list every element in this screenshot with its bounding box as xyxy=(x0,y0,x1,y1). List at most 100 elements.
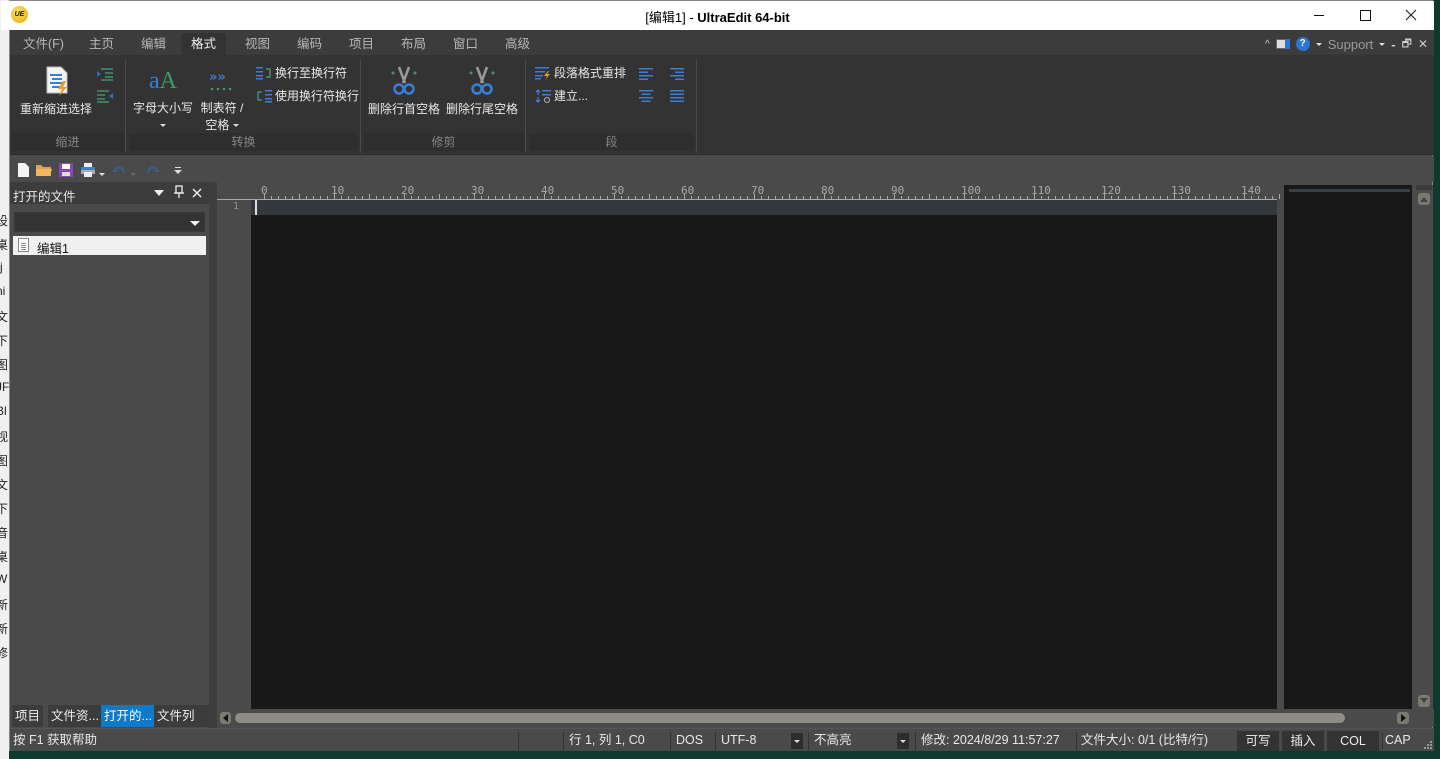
trim-leading-spaces-button[interactable]: 删除行首空格 xyxy=(366,65,442,117)
scroll-left-icon[interactable] xyxy=(220,712,231,724)
encoding-select[interactable]: UTF-8 xyxy=(721,729,756,752)
line-number-gutter: 1 xyxy=(217,200,251,709)
vertical-scrollbar[interactable] xyxy=(1415,185,1433,709)
tab-home[interactable]: 主页 xyxy=(79,33,124,55)
tab-format[interactable]: 格式 xyxy=(181,33,227,55)
doc-close-button[interactable]: ✕ xyxy=(1418,37,1428,51)
ruler-label: 110 xyxy=(1031,184,1051,197)
tab-project[interactable]: 项目 xyxy=(339,33,384,55)
ruler-tick xyxy=(502,196,503,199)
maximize-button[interactable] xyxy=(1342,1,1388,30)
open-files-filter-combo[interactable] xyxy=(14,212,205,232)
scroll-up-icon[interactable] xyxy=(1418,193,1430,205)
doc-minimize-button[interactable]: - xyxy=(1391,37,1395,52)
horizontal-scrollbar[interactable] xyxy=(217,709,1434,727)
minimap[interactable] xyxy=(1284,185,1412,709)
writable-toggle[interactable]: 可写 xyxy=(1237,731,1279,751)
file-size: 文件大小: 0/1 (比特/行) xyxy=(1081,733,1209,747)
panel-menu-icon[interactable] xyxy=(153,189,167,205)
open-folder-icon[interactable] xyxy=(35,162,52,178)
status-help-text: 按 F1 获取帮助 xyxy=(13,733,98,747)
print-icon[interactable] xyxy=(80,162,96,178)
panel-close-icon[interactable] xyxy=(191,185,205,201)
highlight-select[interactable]: 不高亮 xyxy=(814,729,852,752)
background-window: 设桌rjni文下图JFBl视图文下音桌W新新修 xyxy=(0,0,9,759)
text-editor[interactable] xyxy=(251,200,1277,709)
help-icon[interactable]: ? xyxy=(1295,37,1310,51)
tab-space-button[interactable]: »» 制表符 / 空格 xyxy=(197,67,247,133)
group-label-paragraph: 段 xyxy=(529,133,694,151)
convert-cr-to-wrap-button[interactable]: 使用换行符换行 xyxy=(256,87,359,104)
minimize-button[interactable] xyxy=(1296,1,1342,30)
tab-edit[interactable]: 编辑 xyxy=(131,33,176,55)
ruler-tick xyxy=(796,196,797,199)
text-caret xyxy=(255,200,257,215)
ruler-tick xyxy=(460,196,461,199)
tab-window[interactable]: 窗口 xyxy=(443,33,488,55)
resize-grip-icon[interactable] xyxy=(1424,741,1432,749)
reindent-selection-button[interactable]: 重新缩进选择 xyxy=(18,65,94,117)
undo-icon[interactable] xyxy=(111,162,127,178)
panel-tab-project[interactable]: 项目 xyxy=(12,705,44,727)
support-link[interactable]: Support xyxy=(1328,37,1374,52)
background-window-text: W xyxy=(0,572,8,586)
ruler-label: 140 xyxy=(1241,184,1261,197)
help-dropdown-icon[interactable] xyxy=(1315,42,1322,46)
wrap-to-cr-button[interactable]: 换行至换行符 xyxy=(256,64,347,81)
ruler-tick xyxy=(390,196,391,199)
collapse-ribbon-icon[interactable]: ^ xyxy=(1265,39,1270,50)
pin-icon[interactable] xyxy=(173,185,187,201)
ribbon-right-controls: ^ ? Support - 🗗 ✕ xyxy=(1265,33,1428,55)
line-ending-indicator[interactable]: DOS xyxy=(676,729,703,752)
ruler-tick xyxy=(320,196,321,199)
align-right-icon[interactable] xyxy=(669,67,685,81)
panel-splitter[interactable] xyxy=(209,182,217,728)
trim-trailing-spaces-button[interactable]: 删除行尾空格 xyxy=(444,65,520,117)
horizontal-scroll-thumb[interactable] xyxy=(235,713,1345,723)
support-dropdown-icon[interactable] xyxy=(1379,42,1386,46)
align-left-icon[interactable] xyxy=(639,67,655,81)
create-button[interactable]: 建立... xyxy=(535,87,588,104)
ruler-tick xyxy=(453,196,454,199)
highlight-dropdown-icon[interactable] xyxy=(897,733,909,749)
letter-case-button[interactable]: aA 字母大小写 xyxy=(131,67,195,132)
scroll-right-icon[interactable] xyxy=(1397,712,1409,724)
ruler-tick xyxy=(1076,196,1077,199)
open-file-item[interactable]: 编辑1 xyxy=(13,236,206,256)
scroll-down-icon[interactable] xyxy=(1418,695,1430,707)
background-window-text: 文 xyxy=(0,478,9,492)
ruler-tick xyxy=(1125,196,1126,199)
panel-tab-file-explorer[interactable]: 文件资... xyxy=(48,705,102,727)
background-window-text: rj xyxy=(0,260,3,274)
indent-icon[interactable] xyxy=(97,67,113,81)
minimap-viewport[interactable] xyxy=(1289,189,1410,192)
ruler-tick xyxy=(698,196,699,199)
undo-dropdown-icon[interactable] xyxy=(130,167,146,183)
new-file-icon[interactable] xyxy=(15,162,31,178)
panel-tab-file-list[interactable]: 文件列表 xyxy=(154,705,209,745)
save-icon[interactable] xyxy=(58,162,74,178)
customize-toolbar-icon[interactable] xyxy=(173,162,189,178)
column-mode-toggle[interactable]: COL xyxy=(1327,731,1379,751)
tab-file[interactable]: 文件(F) xyxy=(13,33,74,55)
ruler-tick xyxy=(558,196,559,199)
file-name: 编辑1 xyxy=(37,242,69,256)
panel-tab-open-files[interactable]: 打开的... xyxy=(101,705,155,727)
reformat-paragraph-button[interactable]: 段落格式重排 xyxy=(535,64,626,81)
ruler-tick xyxy=(719,194,720,199)
close-button[interactable] xyxy=(1388,1,1434,30)
align-center-icon[interactable] xyxy=(639,89,655,103)
cursor-position[interactable]: 行 1, 列 1, C0 xyxy=(569,729,645,752)
ribbon-options-icon[interactable] xyxy=(1275,39,1290,49)
outdent-icon[interactable] xyxy=(97,89,113,103)
tab-view[interactable]: 视图 xyxy=(235,33,280,55)
tab-advanced[interactable]: 高级 xyxy=(495,33,540,55)
doc-restore-button[interactable]: 🗗 xyxy=(1402,35,1412,54)
insert-mode-toggle[interactable]: 插入 xyxy=(1282,731,1324,751)
tab-encoding[interactable]: 编码 xyxy=(287,33,332,55)
justify-icon[interactable] xyxy=(669,89,685,103)
tab-layout[interactable]: 布局 xyxy=(391,33,436,55)
encoding-dropdown-icon[interactable] xyxy=(791,733,803,749)
redo-icon[interactable] xyxy=(145,162,161,178)
ruler-label: 20 xyxy=(401,184,415,197)
